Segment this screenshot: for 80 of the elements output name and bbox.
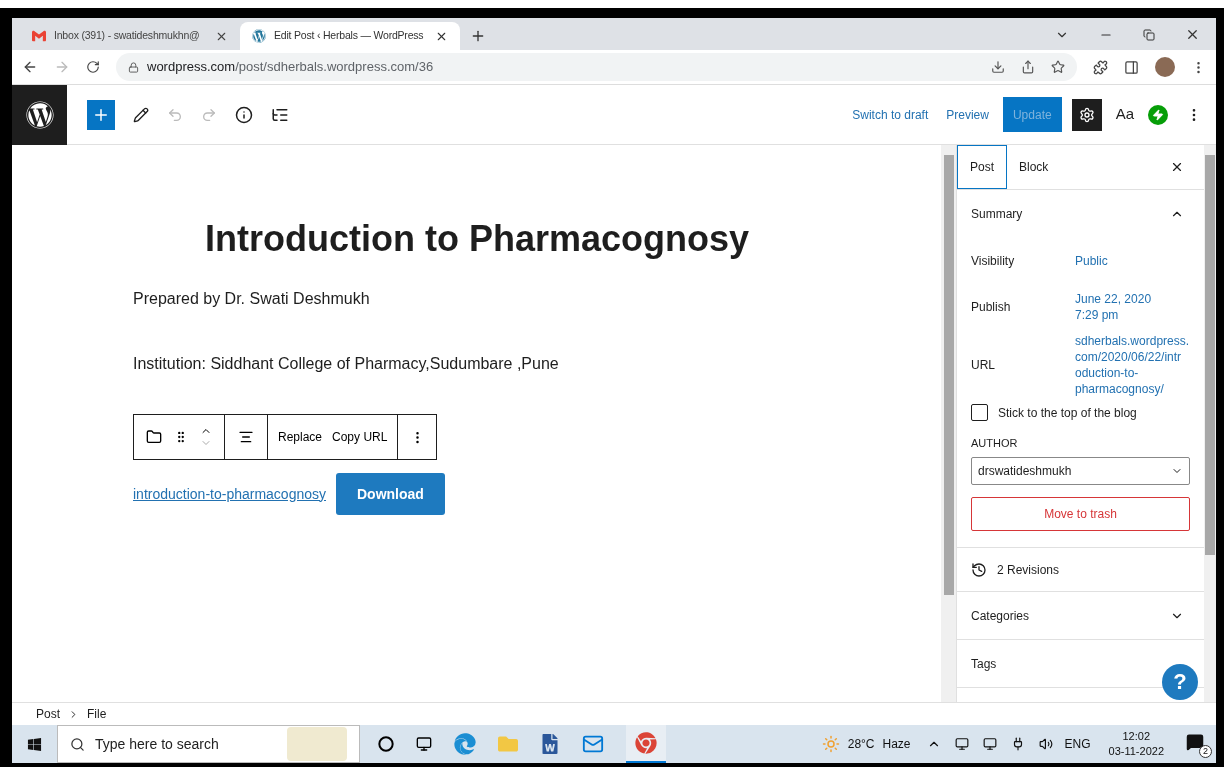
edit-icon[interactable] <box>133 106 149 123</box>
post-title: Introduction to Pharmacognosy <box>205 217 750 261</box>
lock-icon <box>128 61 139 73</box>
share-icon[interactable] <box>1021 60 1035 74</box>
paragraph: Prepared by Dr. Swati Deshmukh <box>133 289 370 309</box>
language-text: ENG <box>1064 736 1091 753</box>
reload-icon[interactable] <box>86 60 100 74</box>
weather-text: Haze <box>882 736 911 753</box>
gear-icon <box>1078 106 1095 123</box>
edge-icon[interactable] <box>454 733 476 755</box>
cortana-icon[interactable] <box>378 736 394 752</box>
mail-icon[interactable] <box>582 733 604 755</box>
lightning-icon[interactable] <box>1148 104 1168 125</box>
help-button[interactable]: ? <box>1162 664 1198 700</box>
new-tab-icon[interactable] <box>470 28 486 44</box>
clock-time: 12:02 <box>1122 729 1151 744</box>
url-text: wordpress.com/post/sdherbals.wordpress.com/36 <box>147 58 434 77</box>
field-label: URL <box>971 357 996 373</box>
wordpress-icon <box>252 29 266 43</box>
clock-date: 03-11-2022 <box>1108 744 1164 759</box>
restore-icon[interactable] <box>1143 28 1155 41</box>
tab-title: Edit Post ‹ Herbals — WordPress <box>274 28 425 44</box>
search-icon <box>70 736 85 752</box>
close-icon[interactable] <box>1185 27 1200 42</box>
text-styles-button[interactable]: Aa <box>1111 103 1138 126</box>
volume-icon[interactable] <box>1038 737 1053 751</box>
back-icon[interactable] <box>22 59 38 75</box>
notification-count: 2 <box>1199 745 1212 758</box>
mail-icon <box>32 29 46 43</box>
author-select[interactable]: drswatideshmukh <box>971 457 1190 485</box>
field-value-link[interactable]: sdherbals.wordpress. com/2020/06/22/intr oduction-to- pharmacognosy/ <box>1075 333 1190 397</box>
history-icon <box>971 561 987 578</box>
switch-to-draft-link[interactable]: Switch to draft <box>848 105 933 124</box>
toolbar-action[interactable]: Replace <box>278 428 323 446</box>
align-icon[interactable] <box>238 429 254 445</box>
panel-title[interactable]: Categories <box>971 607 1030 624</box>
display-icon[interactable] <box>982 737 997 751</box>
chrome-taskbar-button[interactable] <box>626 725 666 763</box>
notifications-icon[interactable] <box>1186 733 1204 751</box>
extensions-icon[interactable] <box>1093 59 1108 75</box>
panel-title: Summary <box>971 206 1023 222</box>
field-label: Visibility <box>971 253 1016 269</box>
decoration-drawing <box>287 727 347 761</box>
field-label: Publish <box>971 299 1012 315</box>
file-block-icon[interactable] <box>146 429 162 445</box>
tab-title: Inbox (391) - swatideshmukhn@ <box>54 28 201 44</box>
browser-tab[interactable]: Inbox (391) - swatideshmukhn@ <box>20 22 240 50</box>
field-value-link[interactable]: Public <box>1075 253 1108 269</box>
bookmark-icon[interactable] <box>1051 60 1065 74</box>
move-to-trash-button[interactable]: Move to trash <box>971 497 1190 531</box>
browser-tab[interactable]: Edit Post ‹ Herbals — WordPress <box>240 22 460 50</box>
temperature-text: 28°C <box>847 736 875 753</box>
close-icon[interactable] <box>1170 160 1184 174</box>
preview-link[interactable]: Preview <box>942 105 993 124</box>
field-label: AUTHOR <box>971 436 1018 451</box>
search-field[interactable]: Type here to search <box>57 725 360 763</box>
checkbox[interactable] <box>971 404 988 421</box>
wordpress-logo[interactable] <box>12 84 67 145</box>
task-view-icon[interactable] <box>416 736 432 752</box>
install-icon[interactable] <box>991 60 1005 74</box>
toolbar-action[interactable]: Copy URL <box>332 428 388 446</box>
download-button[interactable]: Download <box>336 473 445 515</box>
breadcrumb-item[interactable]: Post <box>36 705 60 723</box>
side-panel-icon[interactable] <box>1124 59 1139 75</box>
word-icon[interactable] <box>540 734 560 754</box>
address-bar[interactable]: wordpress.com/post/sdherbals.wordpress.com/36 <box>116 53 1077 81</box>
breadcrumb-item[interactable]: File <box>87 705 107 723</box>
paragraph: Institution: Siddhant College of Pharmacy,Sudumbare ,Pune <box>133 354 559 374</box>
chrome-icon <box>635 732 657 754</box>
sidebar-tab[interactable]: Post <box>957 145 1007 189</box>
panel-title[interactable]: Tags <box>971 655 997 672</box>
file-link[interactable]: introduction-to-pharmacognosy <box>133 483 326 505</box>
profile-avatar[interactable] <box>1155 57 1175 77</box>
settings-button[interactable] <box>1071 98 1102 131</box>
start-icon[interactable] <box>27 736 42 752</box>
field-value-link[interactable]: June 22, 2020 7:29 pm <box>1075 291 1152 323</box>
add-block-button[interactable] <box>87 99 115 130</box>
checkbox-label: Stick to the top of the blog <box>998 404 1137 421</box>
sidebar-tab[interactable]: Block <box>1007 145 1061 189</box>
info-icon[interactable] <box>235 105 253 124</box>
